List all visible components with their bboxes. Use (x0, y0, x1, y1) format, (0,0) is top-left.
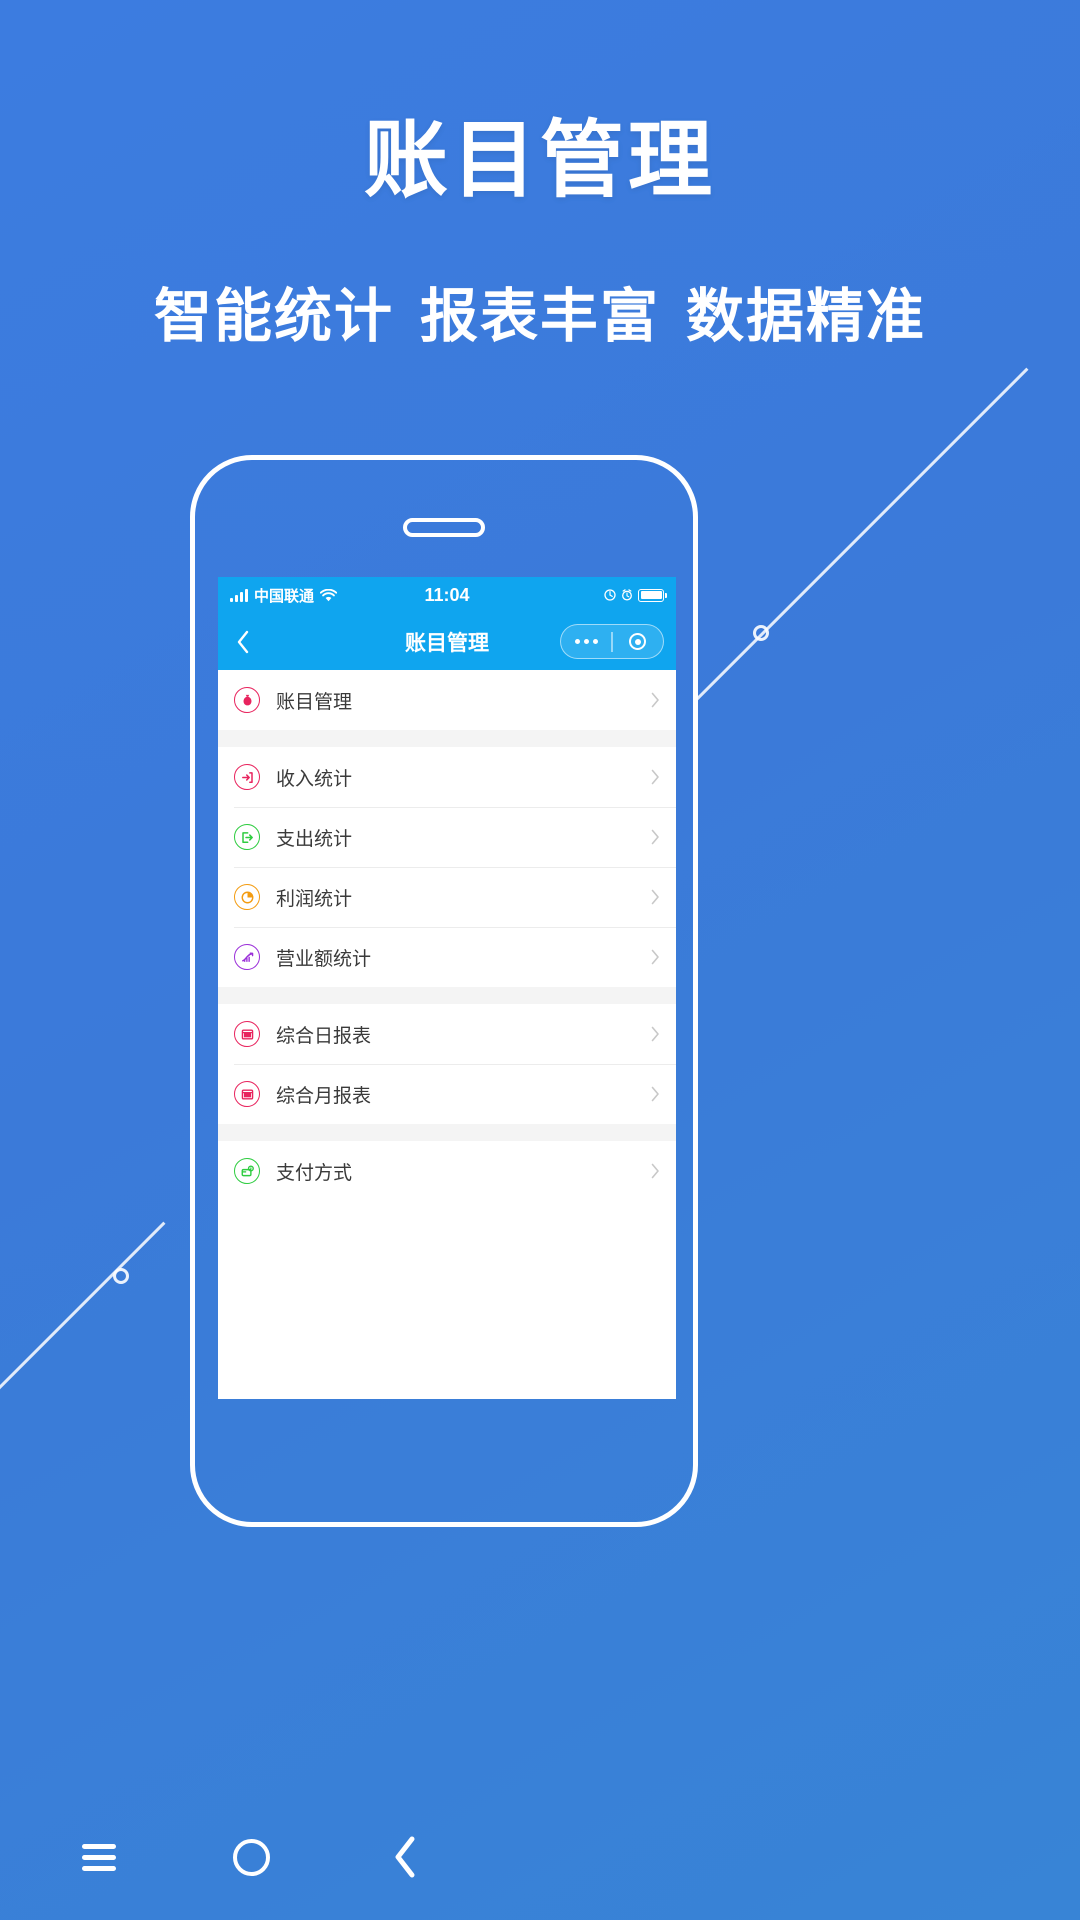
phone-speaker (403, 518, 485, 537)
menu-list: 账目管理收入统计支出统计利润统计营业额统计综合日报表综合月报表支付方式 (218, 670, 676, 1399)
chevron-right-icon (651, 829, 660, 845)
android-back-chevron-icon[interactable] (375, 1834, 435, 1880)
payment-card-icon (234, 1158, 260, 1184)
chevron-right-icon (651, 949, 660, 965)
list-item-label: 利润统计 (276, 887, 353, 910)
list-group-spacer (218, 987, 676, 1004)
list-item[interactable]: 营业额统计 (218, 927, 676, 987)
list-item-label: 支付方式 (276, 1161, 353, 1184)
arrow-into-box-icon (234, 764, 260, 790)
chevron-right-icon (651, 889, 660, 905)
list-item[interactable]: 综合日报表 (218, 1004, 676, 1064)
list-group-spacer (218, 1124, 676, 1141)
app-nav-bar: 账目管理 (218, 613, 676, 670)
list-item-label: 综合月报表 (276, 1084, 372, 1107)
page-subtitle: 智能统计 报表丰富 数据精准 (0, 288, 1080, 346)
list-group: 收入统计支出统计利润统计营业额统计 (218, 747, 676, 987)
back-chevron-icon[interactable] (230, 629, 256, 655)
list-item[interactable]: 综合月报表 (218, 1064, 676, 1124)
list-item[interactable]: 账目管理 (218, 670, 676, 730)
chevron-right-icon (651, 692, 660, 708)
report-window-icon (234, 1021, 260, 1047)
list-item-label: 综合日报表 (276, 1024, 372, 1047)
status-bar: 中国联通 11:04 (218, 577, 676, 613)
location-icon (604, 589, 616, 601)
arrow-out-of-box-icon (234, 824, 260, 850)
home-circle-icon[interactable] (222, 1834, 282, 1880)
list-item[interactable]: 支出统计 (218, 807, 676, 867)
list-item-label: 账目管理 (276, 690, 353, 713)
android-nav-bar (23, 1820, 481, 1894)
money-bag-icon (234, 687, 260, 713)
list-group-spacer (218, 730, 676, 747)
alarm-icon (622, 589, 632, 601)
chevron-right-icon (651, 1163, 660, 1179)
subtitle-part-3: 数据精准 (686, 284, 927, 349)
list-item[interactable]: 利润统计 (218, 867, 676, 927)
decor-dot-bottom-left (113, 1268, 129, 1284)
chevron-right-icon (651, 769, 660, 785)
decor-dot-top-right (753, 625, 769, 641)
list-tail-filler (218, 1201, 676, 1399)
chevron-right-icon (651, 1026, 660, 1042)
phone-screen: 中国联通 11:04 账目管理 账目管理 收入统计 支出统计 利润统计 营业额统… (218, 577, 676, 1399)
target-icon[interactable] (613, 633, 663, 650)
list-group: 综合日报表综合月报表 (218, 1004, 676, 1124)
chevron-right-icon (651, 1086, 660, 1102)
wechat-capsule-button[interactable] (560, 624, 664, 659)
page-title: 账目管理 (363, 113, 716, 207)
phone-mockup: 中国联通 11:04 账目管理 账目管理 收入统计 支出统计 利润统计 营业额统… (190, 455, 698, 1527)
carrier-label: 中国联通 (254, 587, 315, 605)
list-item[interactable]: 支付方式 (218, 1141, 676, 1201)
menu-hamburger-icon[interactable] (69, 1834, 129, 1880)
list-group: 支付方式 (218, 1141, 676, 1201)
battery-icon (638, 588, 667, 602)
report-window-icon (234, 1081, 260, 1107)
list-item-label: 支出统计 (276, 827, 353, 850)
subtitle-part-1: 智能统计 (153, 284, 394, 349)
wifi-icon (320, 588, 338, 601)
list-group: 账目管理 (218, 670, 676, 730)
trend-chart-icon (234, 944, 260, 970)
subtitle-part-2: 报表丰富 (419, 284, 660, 349)
list-item-label: 收入统计 (276, 767, 353, 790)
list-item[interactable]: 收入统计 (218, 747, 676, 807)
list-item-label: 营业额统计 (276, 947, 372, 970)
more-dots-icon[interactable] (561, 639, 611, 644)
pie-chart-icon (234, 884, 260, 910)
signal-bars-icon (230, 588, 248, 602)
